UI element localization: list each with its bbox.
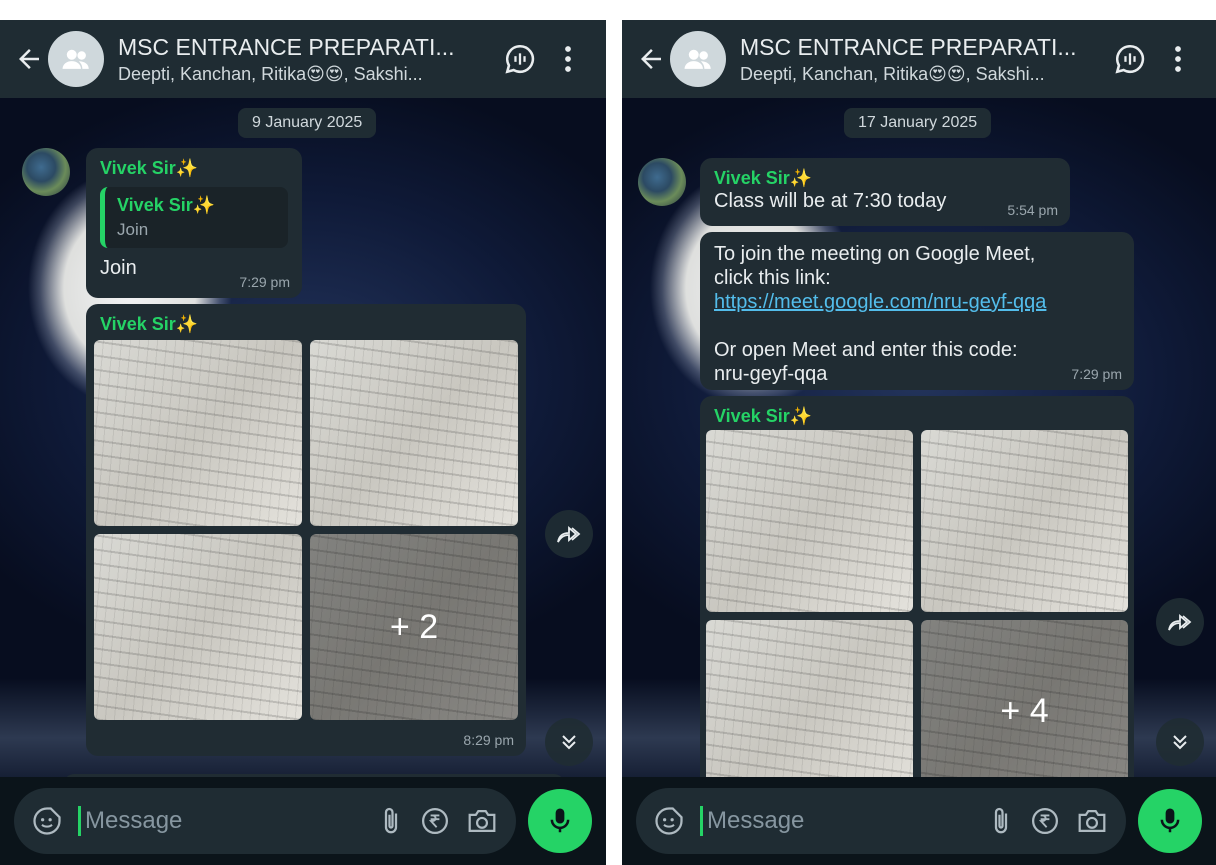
chat-participants: Deepti, Kanchan, Ritika😍😍, Sakshi...: [740, 63, 1045, 84]
avatar[interactable]: [638, 158, 686, 206]
album-photo[interactable]: [310, 340, 518, 526]
message-input[interactable]: Message: [707, 807, 972, 835]
back-arrow-icon[interactable]: [636, 44, 666, 74]
attach-icon[interactable]: [988, 806, 1014, 836]
sender-name: Vivek Sir✨: [714, 406, 813, 426]
attach-icon[interactable]: [378, 806, 404, 836]
message-time: 7:29 pm: [1071, 366, 1122, 382]
sticker-icon[interactable]: [32, 806, 62, 836]
chat-header: MSC ENTRANCE PREPARATI... Deepti, Kancha…: [0, 20, 606, 98]
mic-icon: [1160, 808, 1180, 833]
album-photo-more[interactable]: + 2: [310, 534, 518, 720]
meet-link[interactable]: https://meet.google.com/nru-geyf-qqa: [714, 290, 1120, 314]
more-vert-icon[interactable]: [544, 35, 592, 83]
message-line: click this link:: [714, 267, 831, 289]
text-caret: [700, 806, 703, 836]
message-time: 7:29 pm: [239, 274, 290, 290]
message-input[interactable]: Message: [85, 807, 362, 835]
more-vert-icon[interactable]: [1154, 35, 1202, 83]
camera-icon[interactable]: [1076, 806, 1108, 836]
message-line: Or open Meet and enter this code:: [714, 339, 1018, 361]
sender-name: Vivek Sir✨: [100, 314, 199, 334]
message-time: 5:54 pm: [1007, 202, 1058, 218]
scroll-down-icon[interactable]: [545, 718, 593, 766]
message-bubble[interactable]: To join the meeting on Google Meet, clic…: [700, 232, 1134, 390]
quoted-sender: Vivek Sir✨: [117, 195, 216, 215]
mic-button[interactable]: [1138, 789, 1202, 853]
chat-title-block[interactable]: MSC ENTRANCE PREPARATI... Deepti, Kancha…: [118, 34, 496, 85]
album-photo[interactable]: [706, 620, 913, 802]
group-avatar-icon[interactable]: [670, 31, 726, 87]
chat-title: MSC ENTRANCE PREPARATI...: [740, 33, 1077, 60]
album-grid: + 2: [94, 340, 518, 720]
more-photos-count: + 2: [389, 607, 439, 646]
quoted-message[interactable]: Vivek Sir✨ Join: [100, 187, 288, 248]
album-photo[interactable]: [94, 340, 302, 526]
voice-call-icon[interactable]: [1106, 35, 1154, 83]
text-caret: [78, 806, 81, 836]
back-arrow-icon[interactable]: [14, 44, 44, 74]
forward-icon[interactable]: [545, 510, 593, 558]
mic-button[interactable]: [528, 789, 592, 853]
message-text: Class will be at 7:30 today: [714, 190, 947, 212]
chat-title-block[interactable]: MSC ENTRANCE PREPARATI... Deepti, Kancha…: [740, 34, 1106, 85]
date-chip: 17 January 2025: [844, 108, 992, 138]
album-photo[interactable]: [921, 430, 1128, 612]
group-avatar-icon[interactable]: [48, 31, 104, 87]
message-line: To join the meeting on Google Meet,: [714, 243, 1036, 265]
message-composer: Message: [0, 777, 606, 865]
date-chip: 9 January 2025: [238, 108, 377, 138]
album-grid: + 4: [706, 430, 1128, 802]
message-bubble[interactable]: Vivek Sir✨ Class will be at 7:30 today 5…: [700, 158, 1070, 226]
rupee-payment-icon[interactable]: [420, 806, 450, 836]
quoted-text: Join: [117, 220, 149, 239]
chat-participants: Deepti, Kanchan, Ritika😍😍, Sakshi...: [118, 63, 423, 84]
mic-icon: [550, 808, 570, 833]
sticker-icon[interactable]: [654, 806, 684, 836]
chat-screen-left: MSC ENTRANCE PREPARATI... Deepti, Kancha…: [0, 20, 606, 865]
message-bubble[interactable]: Vivek Sir✨ Vivek Sir✨ Join Join 7:29 pm: [86, 148, 302, 298]
message-composer: Message: [622, 777, 1216, 865]
sender-name: Vivek Sir✨: [714, 168, 813, 188]
camera-icon[interactable]: [466, 806, 498, 836]
album-photo[interactable]: [94, 534, 302, 720]
rupee-payment-icon[interactable]: [1030, 806, 1060, 836]
document-top-strip: [0, 0, 1216, 20]
album-photo[interactable]: [706, 430, 913, 612]
message-time: 8:29 pm: [463, 732, 514, 748]
sender-name: Vivek Sir✨: [100, 158, 199, 178]
forward-icon[interactable]: [1156, 598, 1204, 646]
voice-call-icon[interactable]: [496, 35, 544, 83]
chat-header: MSC ENTRANCE PREPARATI... Deepti, Kancha…: [622, 20, 1216, 98]
avatar[interactable]: [22, 148, 70, 196]
message-line: nru-geyf-qqa: [714, 363, 828, 385]
message-input-box[interactable]: Message: [636, 788, 1126, 854]
chat-screen-right: MSC ENTRANCE PREPARATI... Deepti, Kancha…: [622, 20, 1216, 865]
more-photos-count: + 4: [1000, 691, 1049, 730]
album-photo-more[interactable]: + 4: [921, 620, 1128, 802]
scroll-down-icon[interactable]: [1156, 718, 1204, 766]
message-input-box[interactable]: Message: [14, 788, 516, 854]
chat-title: MSC ENTRANCE PREPARATI...: [118, 33, 455, 60]
